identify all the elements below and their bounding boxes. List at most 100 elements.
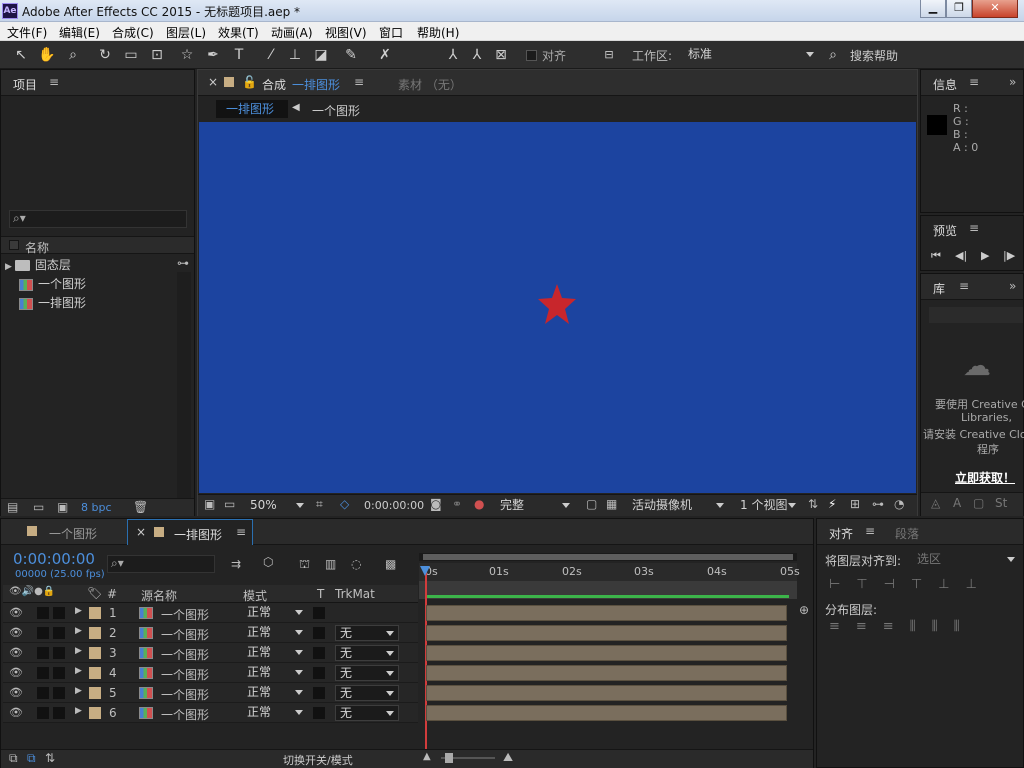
timeline-timecode[interactable]: 0:00:00:00 [13, 550, 95, 568]
solo-switch[interactable] [37, 667, 49, 679]
menu-effect[interactable]: 效果(T) [218, 24, 259, 41]
col-t[interactable]: T [317, 587, 324, 601]
snapshot-icon[interactable]: ◙ [430, 497, 442, 511]
draft-3d-icon[interactable]: ⬡ [263, 555, 273, 569]
star-shape-layer[interactable] [537, 282, 577, 326]
layer-duration-bar[interactable] [426, 705, 787, 721]
project-panel-title[interactable]: 项目 [13, 76, 37, 93]
panel-menu-icon[interactable]: ≡ [959, 279, 969, 293]
lock-switch[interactable] [53, 687, 65, 699]
safe-zones-icon[interactable]: ⌗ [316, 497, 323, 512]
align-to-select[interactable]: 选区 [913, 552, 1019, 568]
monitor-icon[interactable]: ▭ [224, 497, 235, 511]
zoom-in-icon[interactable]: ⛰ [503, 750, 513, 765]
layer-row[interactable]: 👁 ▶ 1 一个图形 正常 [3, 603, 418, 623]
lock-switch[interactable] [53, 667, 65, 679]
views-select[interactable]: 1 个视图 [736, 498, 800, 514]
new-composition-icon[interactable]: ▣ [57, 500, 68, 514]
expand-triangle-icon[interactable]: ▶ [75, 626, 82, 636]
preserve-transparency-checkbox[interactable] [313, 667, 325, 679]
align-buttons[interactable]: ⊢⊤⊣⊤⊥⊥ [829, 577, 993, 592]
blend-mode-select[interactable]: 正常 [243, 665, 307, 681]
layer-name[interactable]: 一个图形 [161, 606, 209, 623]
zoom-slider-thumb[interactable] [445, 753, 453, 763]
layer-row[interactable]: 👁 ▶ 6 一个图形 正常 无 [3, 703, 418, 723]
in-out-icon[interactable]: ⇅ [45, 751, 55, 765]
visibility-eye-icon[interactable]: 👁 [9, 706, 23, 719]
timeline-icon[interactable]: ⊞ [850, 497, 860, 511]
paragraph-tab[interactable]: 段落 [895, 525, 919, 542]
preserve-transparency-checkbox[interactable] [313, 687, 325, 699]
expand-triangle-icon[interactable]: ▶ [75, 706, 82, 716]
layer-label-color[interactable] [89, 607, 101, 619]
timeline-search-input[interactable]: ⌕▾ [107, 555, 215, 573]
work-area-bar[interactable] [419, 553, 797, 561]
layer-name[interactable]: 一个图形 [161, 626, 209, 643]
track-matte-select[interactable]: 无 [335, 665, 399, 681]
stock-icon[interactable]: St [995, 496, 1007, 510]
layer-label-color[interactable] [89, 647, 101, 659]
track-matte-select[interactable]: 无 [335, 625, 399, 641]
panel-overflow-icon[interactable]: » [1009, 279, 1016, 293]
interpret-footage-icon[interactable]: ▤ [7, 500, 18, 514]
brush-tool-icon[interactable]: ⁄ [262, 46, 280, 64]
panel-menu-icon[interactable]: ≡ [865, 524, 875, 538]
preserve-transparency-checkbox[interactable] [313, 627, 325, 639]
new-folder-icon[interactable]: ▭ [33, 500, 44, 514]
timeline-tab-one-shape[interactable]: 一个图形 [49, 525, 97, 542]
clone-stamp-tool-icon[interactable]: ⊥ [286, 46, 304, 64]
graph-editor-icon[interactable]: ▩ [385, 557, 396, 571]
layer-duration-bar[interactable] [426, 605, 787, 621]
menu-view[interactable]: 视图(V) [325, 24, 367, 41]
add-color-icon[interactable]: ◬ [931, 496, 940, 510]
layer-row[interactable]: 👁 ▶ 4 一个图形 正常 无 [3, 663, 418, 683]
minimize-button[interactable]: ▁ [920, 0, 946, 18]
project-column-name[interactable]: 名称 [25, 239, 49, 256]
layer-duration-bar[interactable] [426, 645, 787, 661]
panel-menu-icon[interactable]: ≡ [969, 75, 979, 89]
exposure-reset-icon[interactable]: ◔ [894, 497, 904, 511]
zoom-tool-icon[interactable]: ⌕ [64, 46, 82, 64]
time-ruler[interactable]: 0s 01s 02s 03s 04s 05s [419, 563, 800, 581]
menu-edit[interactable]: 编辑(E) [59, 24, 100, 41]
visibility-eye-icon[interactable]: 👁 [9, 606, 23, 619]
project-search-input[interactable]: ⌕▾ [9, 210, 187, 228]
magnification-select[interactable]: 50% [246, 498, 308, 514]
shy-layers-icon[interactable]: ⛫ [299, 557, 310, 573]
breadcrumb-current[interactable]: 一排图形 [216, 100, 288, 118]
view-axis-icon[interactable]: ⊠ [492, 46, 510, 64]
col-source-name[interactable]: 源名称 [141, 587, 177, 604]
menu-animation[interactable]: 动画(A) [271, 24, 313, 41]
motion-blur-icon[interactable]: ◌ [351, 557, 361, 571]
expand-triangle-icon[interactable]: ▶ [75, 686, 82, 696]
info-panel-title[interactable]: 信息 [933, 76, 957, 93]
camera-tool-icon[interactable]: ▭ [122, 46, 140, 64]
preview-panel-title[interactable]: 预览 [933, 222, 957, 239]
resolution-select[interactable]: 完整 [496, 498, 574, 514]
comp-tab-name[interactable]: 一排图形 [292, 76, 340, 93]
world-axis-icon[interactable]: ⅄ [468, 46, 486, 64]
fast-previews-icon[interactable]: ⚡ [828, 497, 836, 511]
lock-icon[interactable]: 🔓 [242, 75, 257, 89]
preserve-transparency-checkbox[interactable] [313, 707, 325, 719]
breadcrumb-child[interactable]: 一个图形 [312, 102, 360, 119]
next-frame-icon[interactable]: |▶ [1003, 249, 1015, 262]
add-graphic-icon[interactable]: ▢ [973, 496, 984, 510]
install-link[interactable]: 立即获取！ [955, 469, 1015, 486]
lock-switch[interactable] [53, 607, 65, 619]
close-button[interactable]: ✕ [972, 0, 1018, 18]
solo-switch[interactable] [37, 627, 49, 639]
preserve-transparency-checkbox[interactable] [313, 607, 325, 619]
rotate-tool-icon[interactable]: ↻ [96, 46, 114, 64]
frame-blending-icon[interactable]: ▥ [325, 557, 336, 571]
solo-switch[interactable] [37, 647, 49, 659]
expand-triangle-icon[interactable]: ▶ [75, 606, 82, 616]
library-search-input[interactable] [929, 307, 1023, 323]
comp-viewer-canvas[interactable] [199, 122, 916, 493]
layer-row[interactable]: 👁 ▶ 5 一个图形 正常 无 [3, 683, 418, 703]
maximize-button[interactable]: ❐ [946, 0, 972, 18]
channel-icon[interactable]: ● [474, 497, 484, 511]
menu-help[interactable]: 帮助(H) [417, 24, 459, 41]
zoom-out-icon[interactable]: ▲ [423, 751, 431, 762]
visibility-eye-icon[interactable]: 👁 [9, 666, 23, 679]
